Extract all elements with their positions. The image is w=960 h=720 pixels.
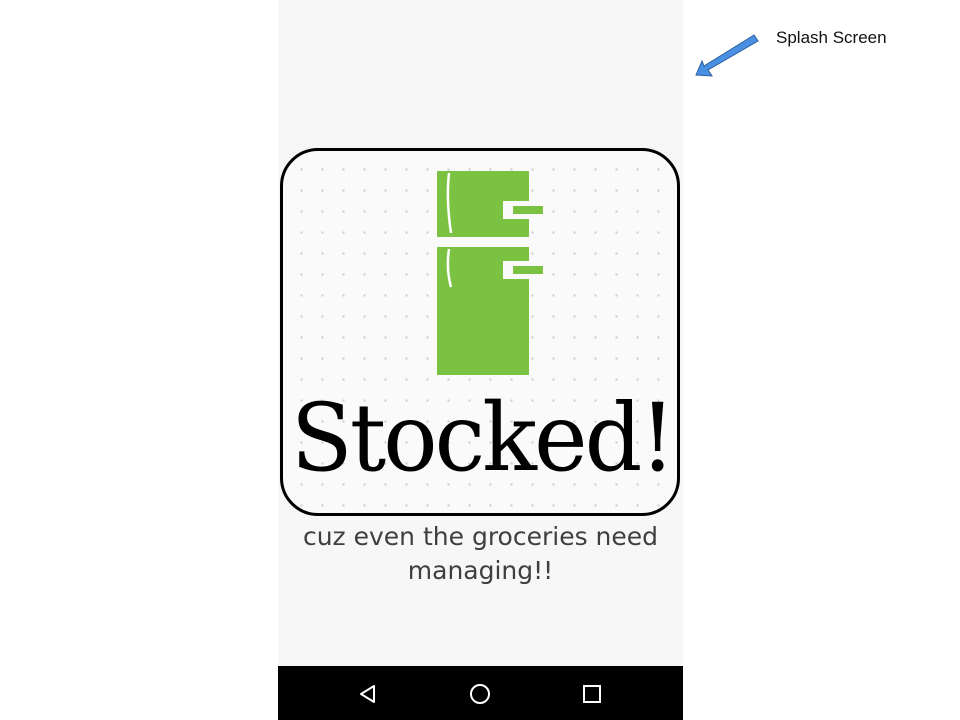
navigation-bar (278, 666, 683, 720)
logo-card: Stocked! (280, 148, 680, 516)
recents-square-icon (583, 685, 601, 703)
back-button[interactable] (354, 680, 382, 708)
home-circle-icon (470, 684, 490, 704)
tagline: cuz even the groceries need managing!! (302, 522, 659, 585)
recents-button[interactable] (578, 680, 606, 708)
phone-screen: Stocked! cuz even the groceries need man… (278, 0, 683, 720)
fridge-icon (437, 171, 543, 375)
brand-name: Stocked! (290, 384, 676, 493)
home-button[interactable] (466, 680, 494, 708)
annotation-label: Splash Screen (776, 28, 887, 47)
back-triangle-icon (360, 685, 375, 703)
annotation-arrow (695, 34, 759, 77)
